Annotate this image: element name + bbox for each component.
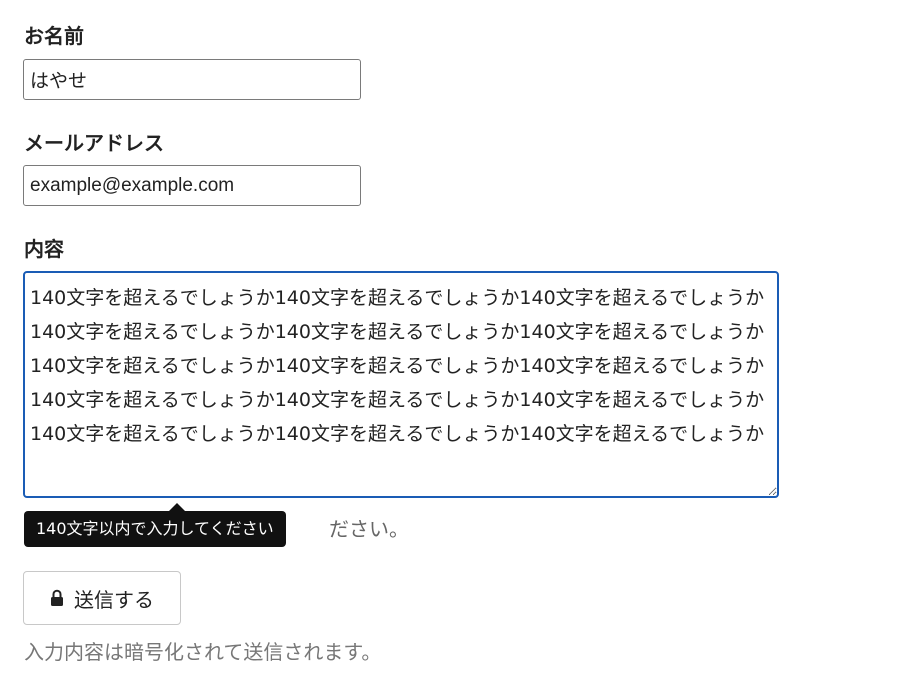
content-textarea[interactable]: 140文字を超えるでしょうか140文字を超えるでしょうか140文字を超えるでしょ… <box>23 271 779 498</box>
lock-icon <box>50 589 64 607</box>
validation-tooltip: 140文字以内で入力してください <box>24 511 286 547</box>
name-label: お名前 <box>24 24 84 48</box>
content-label: 内容 <box>24 237 64 261</box>
name-input[interactable] <box>23 59 361 100</box>
email-label: メールアドレス <box>24 131 164 155</box>
encryption-note: 入力内容は暗号化されて送信されます。 <box>24 640 382 664</box>
char-limit-hint-text: ださい。 <box>329 517 409 541</box>
email-input[interactable] <box>23 165 361 206</box>
submit-button-label: 送信する <box>74 587 154 612</box>
submit-button[interactable]: 送信する <box>23 571 181 625</box>
